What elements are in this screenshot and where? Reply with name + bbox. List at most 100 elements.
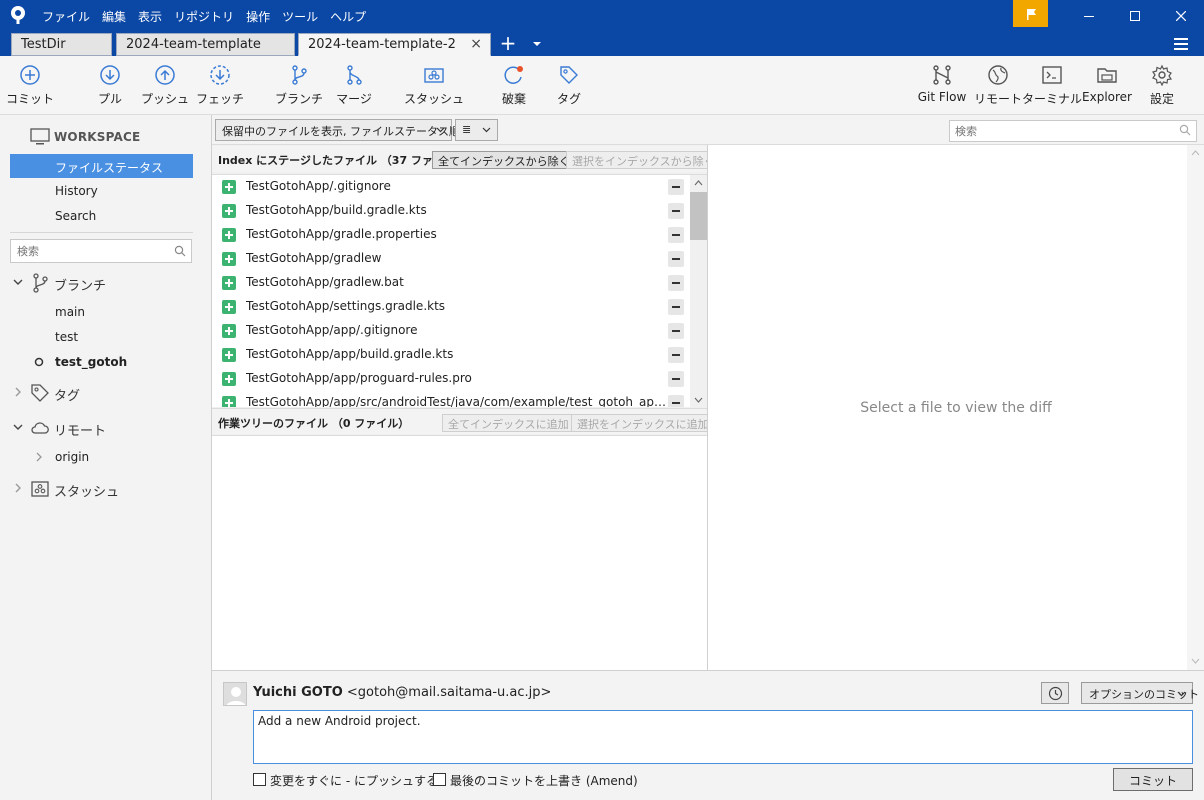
list-item[interactable]: TestGotohApp/gradle.properties <box>212 223 690 247</box>
author-email: <gotoh@mail.saitama-u.ac.jp> <box>346 685 552 700</box>
sidebar-search-box[interactable] <box>10 239 192 263</box>
file-search-box[interactable] <box>949 120 1197 142</box>
unstage-file-button[interactable] <box>668 251 684 267</box>
sidebar-item-search[interactable]: Search <box>10 204 193 228</box>
commit-button[interactable]: コミット <box>1113 768 1193 791</box>
list-item[interactable]: TestGotohApp/.gitignore <box>212 175 690 199</box>
flag-button[interactable] <box>1013 0 1048 27</box>
menu-repository[interactable]: リポジトリ <box>174 8 234 25</box>
sidebar-group-stashes[interactable]: スタッシュ <box>10 477 200 501</box>
add-all-button[interactable]: 全てインデックスに追加 <box>442 414 575 432</box>
commit-message-input[interactable]: Add a new Android project. <box>254 711 1192 763</box>
list-item[interactable]: TestGotohApp/settings.gradle.kts <box>212 295 690 319</box>
sidebar-item-history[interactable]: History <box>10 179 193 203</box>
hamburger-menu-icon[interactable] <box>1172 35 1192 53</box>
tag-label: タグ <box>556 92 581 106</box>
scroll-up-icon[interactable] <box>694 179 703 187</box>
sidebar-search-input[interactable] <box>11 241 161 261</box>
branch-test[interactable]: test <box>55 330 78 344</box>
scroll-up-icon[interactable] <box>1191 149 1200 157</box>
commit-options-dropdown[interactable]: オプションのコミット <box>1081 682 1199 704</box>
merge-button[interactable]: マージ <box>322 64 386 107</box>
menu-file[interactable]: ファイル <box>42 8 90 25</box>
tab-2024-team-template[interactable]: 2024-team-template <box>116 33 295 56</box>
unstage-file-button[interactable] <box>668 275 684 291</box>
unstage-file-button[interactable] <box>668 179 684 195</box>
menu-help[interactable]: ヘルプ <box>330 8 366 25</box>
cloud-icon <box>31 422 49 434</box>
avatar <box>223 682 247 706</box>
remote-origin[interactable]: origin <box>55 450 89 464</box>
unstage-file-button[interactable] <box>668 203 684 219</box>
add-selected-button[interactable]: 選択をインデックスに追加 <box>571 414 715 432</box>
tab-2024-team-template-2[interactable]: 2024-team-template-2 × <box>298 33 491 56</box>
added-status-icon <box>222 372 236 386</box>
new-tab-button[interactable]: + <box>498 32 518 56</box>
branch-test-gotoh[interactable]: test_gotoh <box>55 355 127 369</box>
commit-history-button[interactable] <box>1041 682 1069 704</box>
sidebar-group-remotes[interactable]: リモート <box>10 416 200 440</box>
gitflow-button[interactable]: Git Flow <box>910 64 974 104</box>
added-status-icon <box>222 276 236 290</box>
chevron-right-icon <box>15 483 21 493</box>
scroll-down-icon[interactable] <box>1191 657 1200 665</box>
unstage-file-button[interactable] <box>668 227 684 243</box>
sidebar-item-label: ファイルステータス <box>55 161 164 175</box>
settings-button[interactable]: 設定 <box>1130 64 1194 107</box>
stash-label: スタッシュ <box>403 92 464 106</box>
menu-bar: ファイル 編集 表示 リポジトリ 操作 ツール ヘルプ <box>42 0 378 32</box>
staged-scrollbar-thumb[interactable] <box>690 192 707 240</box>
merge-label: マージ <box>336 92 372 106</box>
list-item[interactable]: TestGotohApp/app/src/androidTest/java/co… <box>212 391 690 407</box>
list-item[interactable]: TestGotohApp/gradlew.bat <box>212 271 690 295</box>
settings-label: 設定 <box>1149 92 1174 106</box>
file-path: TestGotohApp/gradlew.bat <box>246 275 404 289</box>
unstage-selected-button[interactable]: 選択をインデックスから除く <box>566 151 721 169</box>
menu-view[interactable]: 表示 <box>138 8 162 25</box>
unstage-file-button[interactable] <box>668 323 684 339</box>
list-item[interactable]: TestGotohApp/app/build.gradle.kts <box>212 343 690 367</box>
file-search-input[interactable] <box>950 122 1160 140</box>
chevron-right-icon[interactable] <box>34 452 44 462</box>
maximize-button[interactable] <box>1112 0 1158 32</box>
checkbox[interactable] <box>433 773 446 786</box>
sidebar-group-branches[interactable]: ブランチ <box>10 271 200 295</box>
menu-actions[interactable]: 操作 <box>246 8 270 25</box>
staged-file-list: TestGotohApp/.gitignore TestGotohApp/bui… <box>212 174 707 407</box>
folder-icon <box>1097 68 1117 83</box>
unstage-all-button[interactable]: 全てインデックスから除く <box>432 151 576 169</box>
unstage-file-button[interactable] <box>668 395 684 407</box>
branch-main[interactable]: main <box>55 305 85 319</box>
diff-scrollbar[interactable] <box>1187 145 1204 670</box>
tab-close-icon[interactable]: × <box>470 36 482 52</box>
list-item[interactable]: TestGotohApp/app/.gitignore <box>212 319 690 343</box>
list-item[interactable]: TestGotohApp/gradlew <box>212 247 690 271</box>
list-item[interactable]: TestGotohApp/app/proguard-rules.pro <box>212 367 690 391</box>
list-mode-dropdown[interactable]: ≣ <box>455 119 498 141</box>
view-mode-dropdown[interactable]: 保留中のファイルを表示, ファイルステータス順 <box>215 119 460 141</box>
menu-tools[interactable]: ツール <box>282 8 318 25</box>
close-window-button[interactable] <box>1158 0 1204 32</box>
checkbox[interactable] <box>253 773 266 786</box>
tab-list-chevron-icon[interactable] <box>530 36 544 52</box>
chevron-down-icon <box>13 279 23 285</box>
flag-icon <box>1026 8 1036 20</box>
commit-message-box[interactable]: Add a new Android project. <box>253 710 1193 764</box>
list-item[interactable]: TestGotohApp/build.gradle.kts <box>212 199 690 223</box>
branch-icon <box>33 273 48 293</box>
merge-icon <box>347 65 362 85</box>
scroll-down-icon[interactable] <box>694 396 703 404</box>
menu-edit[interactable]: 編集 <box>102 8 126 25</box>
unstage-file-button[interactable] <box>668 299 684 315</box>
unstage-file-button[interactable] <box>668 371 684 387</box>
unstage-file-button[interactable] <box>668 347 684 363</box>
sidebar-group-tags[interactable]: タグ <box>10 381 200 405</box>
minimize-button[interactable] <box>1066 0 1112 32</box>
fetch-button[interactable]: フェッチ <box>188 64 252 107</box>
stash-button[interactable]: スタッシュ <box>402 64 466 107</box>
worktree-title: 作業ツリーのファイル （0 ファイル） <box>218 417 410 430</box>
tab-testdir[interactable]: TestDir <box>11 33 112 56</box>
tag-button[interactable]: タグ <box>537 64 601 107</box>
commit-toolbar-button[interactable]: コミット <box>0 64 62 107</box>
sidebar-item-file-status[interactable]: ファイルステータス <box>10 154 193 178</box>
